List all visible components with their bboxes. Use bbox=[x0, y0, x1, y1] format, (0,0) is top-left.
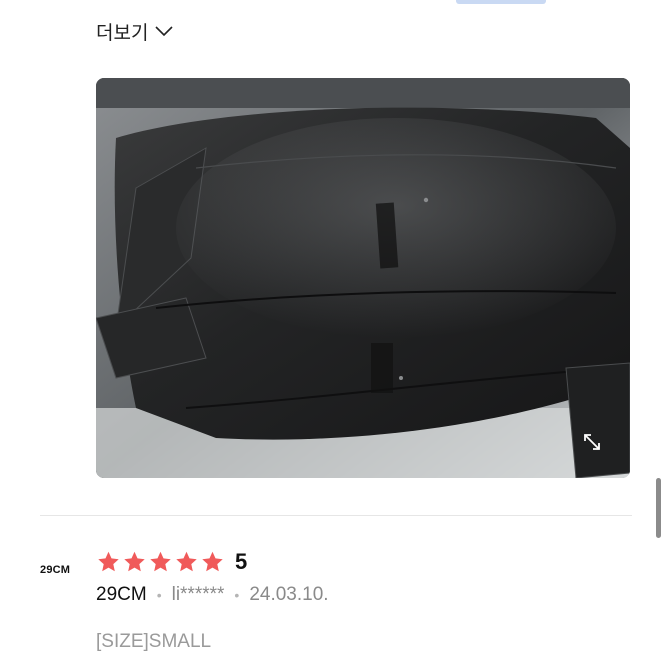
chevron-down-icon bbox=[155, 26, 174, 37]
purchase-option: [SIZE]SMALL bbox=[96, 631, 212, 652]
review-photo[interactable] bbox=[96, 78, 630, 478]
brand-logo: 29CM bbox=[40, 564, 71, 576]
scrollbar-thumb[interactable] bbox=[656, 478, 661, 538]
more-label: 더보기 bbox=[96, 21, 149, 44]
review-source: 29CM bbox=[96, 584, 147, 605]
star-icon bbox=[202, 551, 223, 572]
star-icon bbox=[98, 551, 119, 572]
more-button[interactable]: 더보기 bbox=[96, 16, 174, 46]
jacket-photo-image bbox=[96, 78, 630, 478]
rating-value: 5 bbox=[235, 549, 248, 574]
top-accent-bar bbox=[456, 0, 546, 4]
meta-separator: • bbox=[234, 587, 240, 603]
expand-icon[interactable] bbox=[580, 430, 604, 454]
star-icon bbox=[176, 551, 197, 572]
review-user: li****** bbox=[171, 584, 225, 605]
star-icon bbox=[150, 551, 171, 572]
section-divider bbox=[40, 515, 632, 516]
rating-row: 5 bbox=[96, 547, 247, 577]
star-icon bbox=[124, 551, 145, 572]
meta-separator: • bbox=[156, 587, 162, 603]
star-rating bbox=[96, 550, 225, 574]
review-date: 24.03.10. bbox=[249, 584, 329, 605]
review-meta: 29CM • li****** • 24.03.10. bbox=[96, 582, 329, 608]
